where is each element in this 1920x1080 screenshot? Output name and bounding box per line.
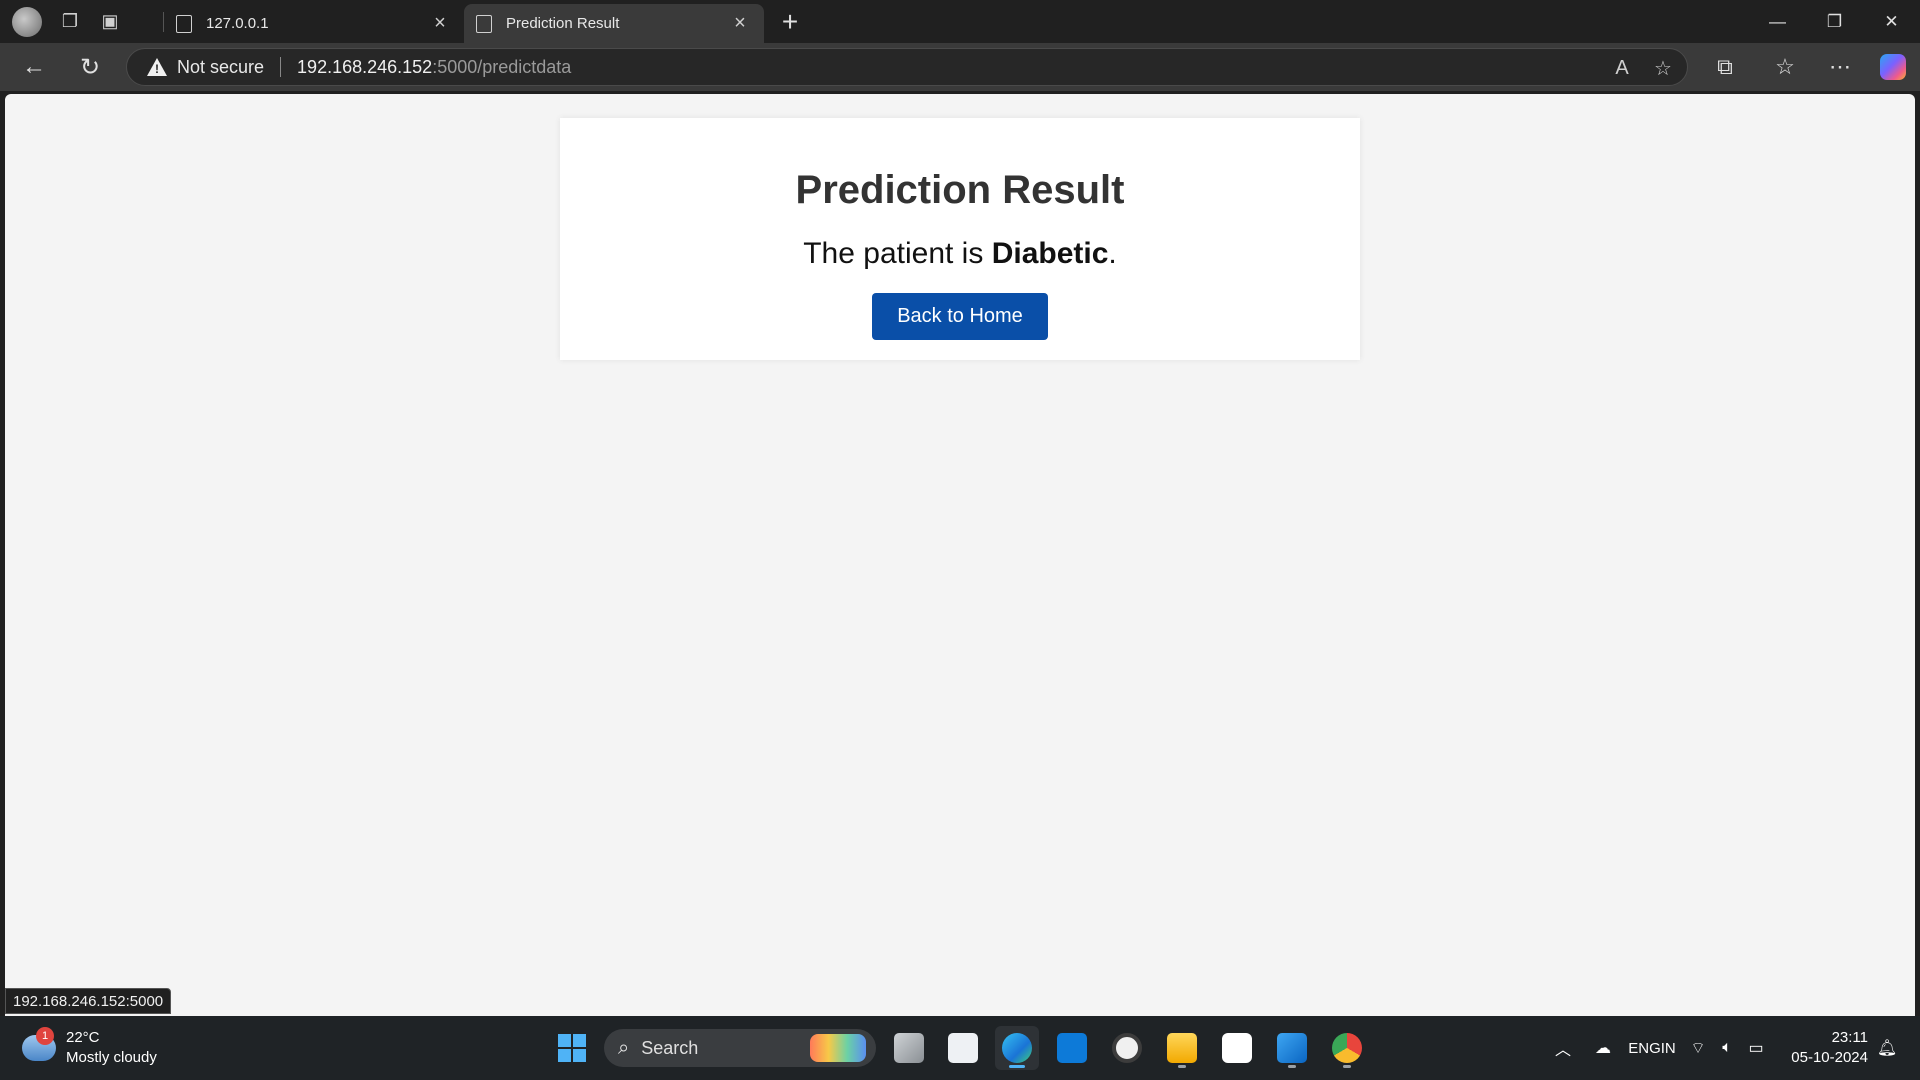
back-arrow-icon[interactable]: ← (14, 49, 54, 85)
weather-badge: 1 (36, 1027, 54, 1045)
task-view-button[interactable] (887, 1026, 931, 1070)
security-label[interactable]: Not secure (177, 57, 264, 78)
chrome-icon (1332, 1033, 1362, 1063)
extensions-icon[interactable]: ⧉ (1705, 49, 1745, 85)
chevron-up-icon[interactable]: ︿ (1548, 1016, 1578, 1080)
result-prefix: The patient is (803, 237, 984, 270)
refresh-icon[interactable]: ↻ (70, 49, 110, 85)
back-to-home-button[interactable]: Back to Home (872, 293, 1048, 340)
tab-title: Prediction Result (506, 15, 620, 32)
edge-icon (1002, 1033, 1032, 1063)
onedrive-error-icon[interactable]: ☁ (1588, 1016, 1618, 1080)
page-viewport: Prediction Result The patient is Diabeti… (5, 94, 1915, 1016)
microsoft-store-button[interactable] (941, 1026, 985, 1070)
language-indicator[interactable]: ENG IN (1628, 1016, 1676, 1080)
search-highlight-icon (810, 1034, 866, 1062)
status-url-tooltip: 192.168.246.152:5000 (5, 988, 172, 1014)
language-line2: IN (1660, 1039, 1676, 1057)
result-card: Prediction Result The patient is Diabeti… (560, 118, 1360, 360)
language-line1: ENG (1628, 1039, 1661, 1057)
result-value: Diabetic (991, 237, 1109, 270)
weather-widget[interactable]: 1 22°C Mostly cloudy (22, 1027, 157, 1068)
browser-toolbar: ← ↻ ! Not secure 192.168.246.152 :5000/p… (0, 43, 1920, 91)
active-indicator (1009, 1065, 1025, 1068)
store-icon (948, 1033, 978, 1063)
weather-condition: Mostly cloudy (66, 1049, 157, 1066)
running-indicator (1288, 1065, 1296, 1068)
battery-icon[interactable]: ▭ (1743, 1016, 1769, 1080)
start-button[interactable] (550, 1026, 594, 1070)
page-error-icon (176, 14, 192, 33)
vscode-button[interactable] (1270, 1026, 1314, 1070)
close-tab-icon[interactable]: × (428, 12, 452, 35)
url-path[interactable]: :5000/predictdata (432, 57, 571, 78)
wordpress-icon (1112, 1033, 1142, 1063)
edge-button[interactable] (995, 1026, 1039, 1070)
volume-icon[interactable]: 🔈︎ (1714, 1016, 1740, 1080)
warning-icon[interactable]: ! (147, 58, 167, 76)
vertical-tabs-icon[interactable]: ▣ (90, 4, 130, 40)
vscode-icon (1277, 1033, 1307, 1063)
myhp-icon (1057, 1033, 1087, 1063)
notification-bell-icon[interactable]: 🔔︎ (1872, 1016, 1902, 1080)
page-icon (476, 14, 492, 33)
workspaces-icon[interactable]: ❐ (50, 4, 90, 40)
running-indicator (1178, 1065, 1186, 1068)
clock[interactable]: 23:11 05-10-2024 (1778, 1016, 1868, 1080)
address-bar[interactable]: ! Not secure 192.168.246.152 :5000/predi… (126, 48, 1688, 86)
taskbar: 1 22°C Mostly cloudy ⌕ Search ︿ ☁ ENG IN… (0, 1016, 1920, 1080)
result-suffix: . (1108, 237, 1117, 270)
new-tab-button[interactable]: + (772, 4, 808, 40)
file-explorer-button[interactable] (1160, 1026, 1204, 1070)
task-view-icon (894, 1033, 924, 1063)
read-aloud-icon[interactable]: A (1607, 55, 1637, 81)
myhp-button[interactable] (1050, 1026, 1094, 1070)
temperature: 22°C (66, 1029, 100, 1046)
restore-button[interactable]: ❐ (1806, 0, 1863, 43)
favorites-icon[interactable]: ☆ (1765, 49, 1805, 85)
chrome-button[interactable] (1325, 1026, 1369, 1070)
clock-time: 23:11 (1831, 1029, 1868, 1046)
search-label: Search (641, 1037, 699, 1058)
result-text: The patient is Diabetic. (560, 237, 1360, 271)
windows-logo-icon (558, 1034, 586, 1062)
favorite-star-icon[interactable]: ☆ (1648, 55, 1678, 81)
running-indicator (1343, 1065, 1351, 1068)
close-tab-icon[interactable]: × (728, 12, 752, 35)
wordpress-button[interactable] (1105, 1026, 1149, 1070)
minimize-button[interactable]: — (1749, 0, 1806, 43)
search-icon: ⌕ (618, 1036, 630, 1059)
wifi-icon[interactable]: ⌔ (1685, 1016, 1711, 1080)
folder-icon (1167, 1033, 1197, 1063)
tab-prediction-result[interactable]: Prediction Result × (464, 4, 764, 43)
tab-title: 127.0.0.1 (206, 15, 269, 32)
copilot-icon[interactable] (1873, 49, 1913, 85)
close-window-button[interactable]: ✕ (1863, 0, 1920, 43)
tab-127-0-0-1[interactable]: 127.0.0.1 × (164, 4, 464, 43)
address-separator (280, 57, 282, 77)
page-title: Prediction Result (795, 168, 1125, 212)
profile-avatar[interactable] (12, 6, 42, 37)
chatgpt-icon (1222, 1033, 1252, 1063)
taskbar-search[interactable]: ⌕ Search (604, 1029, 876, 1067)
chatgpt-button[interactable] (1215, 1026, 1259, 1070)
weather-cloud-icon: 1 (22, 1027, 56, 1061)
clock-date: 05-10-2024 (1791, 1049, 1868, 1066)
more-options-icon[interactable]: ⋯ (1820, 49, 1860, 85)
weather-text: 22°C Mostly cloudy (66, 1028, 157, 1068)
url-host[interactable]: 192.168.246.152 (297, 57, 432, 78)
